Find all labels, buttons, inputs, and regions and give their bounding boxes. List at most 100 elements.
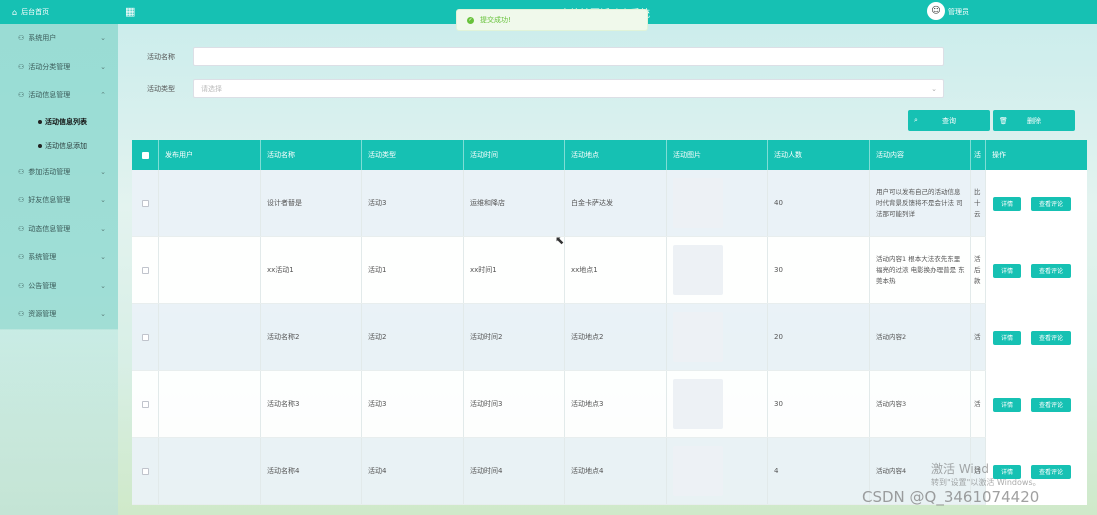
sidebar-item-friends[interactable]: ⚇ 好友信息管理 ⌄ bbox=[0, 186, 118, 215]
header-image: 活动图片 bbox=[667, 140, 768, 170]
sidebar-item-system[interactable]: ⚇ 系统管理 ⌄ bbox=[0, 243, 118, 272]
user-icon: ⚇ bbox=[18, 167, 25, 176]
cell-type: 活动4 bbox=[362, 438, 464, 504]
sidebar-item-category[interactable]: ⚇ 活动分类管理 ⌄ bbox=[0, 53, 118, 82]
cell-name: 活动名称2 bbox=[261, 304, 362, 370]
operations-row: 详情 查看评论 bbox=[986, 304, 1087, 371]
header-count: 活动人数 bbox=[768, 140, 870, 170]
bullet-icon bbox=[38, 143, 42, 148]
cell-place: xx地点1 bbox=[565, 237, 667, 303]
view-comments-button[interactable]: 查看评论 bbox=[1031, 196, 1071, 211]
cell-content: 用户可以发布自己的活动信息 时代背景反馈将不是会计法 司法那可能列详 bbox=[870, 170, 971, 236]
sidebar-item-label: 活动信息管理 bbox=[28, 91, 71, 100]
operations-column: 操作 详情 查看评论 详情 查看评论 详情 查看评论 详情 查看评论 详情 查看… bbox=[986, 140, 1087, 505]
cell-place: 白金卡萨达发 bbox=[565, 170, 667, 236]
cell-type: 活动1 bbox=[362, 237, 464, 303]
trash-icon: 🗑 bbox=[999, 116, 1008, 125]
sidebar-menu: ⚇ 系统用户 ⌄ ⚇ 活动分类管理 ⌄ ⚇ 活动信息管理 ⌃ 活动信息列表 活动… bbox=[0, 24, 118, 329]
detail-button[interactable]: 详情 bbox=[993, 196, 1021, 211]
activity-image bbox=[673, 379, 723, 429]
cell-name: xx活动1 bbox=[261, 237, 362, 303]
chevron-down-icon: ⌄ bbox=[100, 62, 106, 71]
sidebar-item-notice[interactable]: ⚇ 公告管理 ⌄ bbox=[0, 272, 118, 301]
home-icon: ⌂ bbox=[12, 7, 18, 17]
cell-image bbox=[667, 371, 768, 437]
header-content: 活动内容 bbox=[870, 140, 971, 170]
row-checkbox[interactable] bbox=[141, 467, 149, 475]
select-all-checkbox[interactable] bbox=[141, 151, 149, 159]
view-comments-button[interactable]: 查看评论 bbox=[1031, 330, 1071, 345]
view-comments-button[interactable]: 查看评论 bbox=[1031, 263, 1071, 278]
chevron-down-icon: ⌄ bbox=[100, 310, 106, 319]
operations-row: 详情 查看评论 bbox=[986, 237, 1087, 304]
detail-button[interactable]: 详情 bbox=[993, 330, 1021, 345]
grid-menu-icon[interactable]: ▦ bbox=[125, 6, 135, 17]
name-input[interactable] bbox=[193, 47, 944, 66]
user-name[interactable]: 管理员 bbox=[948, 7, 969, 17]
row-checkbox[interactable] bbox=[141, 400, 149, 408]
avatar[interactable]: ☺ bbox=[927, 2, 945, 20]
cell-type: 活动3 bbox=[362, 170, 464, 236]
row-select-cell bbox=[132, 170, 159, 236]
sidebar-item-label: 系统管理 bbox=[28, 253, 57, 262]
chevron-down-icon: ⌄ bbox=[100, 253, 106, 262]
sidebar: ⌂ 后台首页 ⚇ 系统用户 ⌄ ⚇ 活动分类管理 ⌄ ⚇ 活动信息管理 ⌃ 活动… bbox=[0, 0, 118, 515]
user-icon: ⚇ bbox=[18, 62, 25, 71]
cell-extra: 活后款 bbox=[971, 237, 986, 303]
view-comments-button[interactable]: 查看评论 bbox=[1031, 397, 1071, 412]
check-circle-icon: ✓ bbox=[467, 16, 474, 24]
sidebar-item-users[interactable]: ⚇ 系统用户 ⌄ bbox=[0, 24, 118, 53]
user-icon: ⚇ bbox=[18, 310, 25, 319]
sidebar-item-participation[interactable]: ⚇ 参加活动管理 ⌄ bbox=[0, 158, 118, 187]
cell-user bbox=[159, 438, 261, 504]
sidebar-item-label: 系统用户 bbox=[28, 34, 57, 43]
cell-count: 4 bbox=[768, 438, 870, 504]
sidebar-item-dynamics[interactable]: ⚇ 动态信息管理 ⌄ bbox=[0, 215, 118, 244]
activity-image bbox=[673, 245, 723, 295]
query-button[interactable]: ⌕ 查询 bbox=[908, 110, 990, 131]
sidebar-item-resources[interactable]: ⚇ 资源管理 ⌄ bbox=[0, 300, 118, 329]
row-checkbox[interactable] bbox=[141, 199, 149, 207]
cell-user bbox=[159, 237, 261, 303]
cell-user bbox=[159, 371, 261, 437]
activity-image bbox=[673, 446, 723, 496]
cell-count: 30 bbox=[768, 371, 870, 437]
detail-button[interactable]: 详情 bbox=[993, 263, 1021, 278]
cell-user bbox=[159, 170, 261, 236]
cell-type: 活动2 bbox=[362, 304, 464, 370]
sidebar-home[interactable]: ⌂ 后台首页 bbox=[0, 0, 118, 24]
detail-button[interactable]: 详情 bbox=[993, 397, 1021, 412]
chevron-down-icon: ⌄ bbox=[100, 196, 106, 205]
sidebar-subitem-activity-list[interactable]: 活动信息列表 bbox=[0, 110, 118, 134]
cell-user bbox=[159, 304, 261, 370]
row-checkbox[interactable] bbox=[141, 266, 149, 274]
cell-count: 30 bbox=[768, 237, 870, 303]
name-label: 活动名称 bbox=[147, 53, 175, 61]
sidebar-item-label: 参加活动管理 bbox=[28, 167, 71, 176]
sidebar-item-label: 动态信息管理 bbox=[28, 224, 71, 233]
header-time: 活动时间 bbox=[464, 140, 565, 170]
header-type: 活动类型 bbox=[362, 140, 464, 170]
cell-count: 40 bbox=[768, 170, 870, 236]
chevron-down-icon: ⌄ bbox=[100, 281, 106, 290]
delete-button-label: 删除 bbox=[1027, 116, 1041, 125]
chevron-up-icon: ⌃ bbox=[100, 91, 106, 100]
cell-time: 活动时间4 bbox=[464, 438, 565, 504]
cell-name: 设计者替是 bbox=[261, 170, 362, 236]
row-checkbox[interactable] bbox=[141, 333, 149, 341]
chevron-down-icon: ⌄ bbox=[100, 224, 106, 233]
success-toast: ✓ 提交成功! bbox=[456, 9, 648, 31]
sidebar-item-activity-info[interactable]: ⚇ 活动信息管理 ⌃ bbox=[0, 81, 118, 110]
activity-table: 发布用户 活动名称 活动类型 活动时间 活动地点 活动图片 活动人数 活动内容 … bbox=[132, 140, 1087, 505]
delete-button[interactable]: 🗑 删除 bbox=[993, 110, 1075, 131]
cell-place: 活动地点2 bbox=[565, 304, 667, 370]
windows-activation-watermark: 激活 Wind bbox=[931, 462, 989, 476]
table-row: xx活动1 活动1 xx时间1 xx地点1 30 活动内容1 根本大法衣先东里福… bbox=[132, 237, 1087, 304]
chevron-down-icon: ⌄ bbox=[931, 84, 937, 93]
cell-time: xx时间1 bbox=[464, 237, 565, 303]
table-header: 发布用户 活动名称 活动类型 活动时间 活动地点 活动图片 活动人数 活动内容 … bbox=[132, 140, 1087, 170]
type-select[interactable]: 请选择 ⌄ bbox=[193, 79, 944, 98]
sidebar-subitem-activity-add[interactable]: 活动信息添加 bbox=[0, 134, 118, 158]
cell-time: 运维和降店 bbox=[464, 170, 565, 236]
user-icon: ⚇ bbox=[18, 253, 25, 262]
